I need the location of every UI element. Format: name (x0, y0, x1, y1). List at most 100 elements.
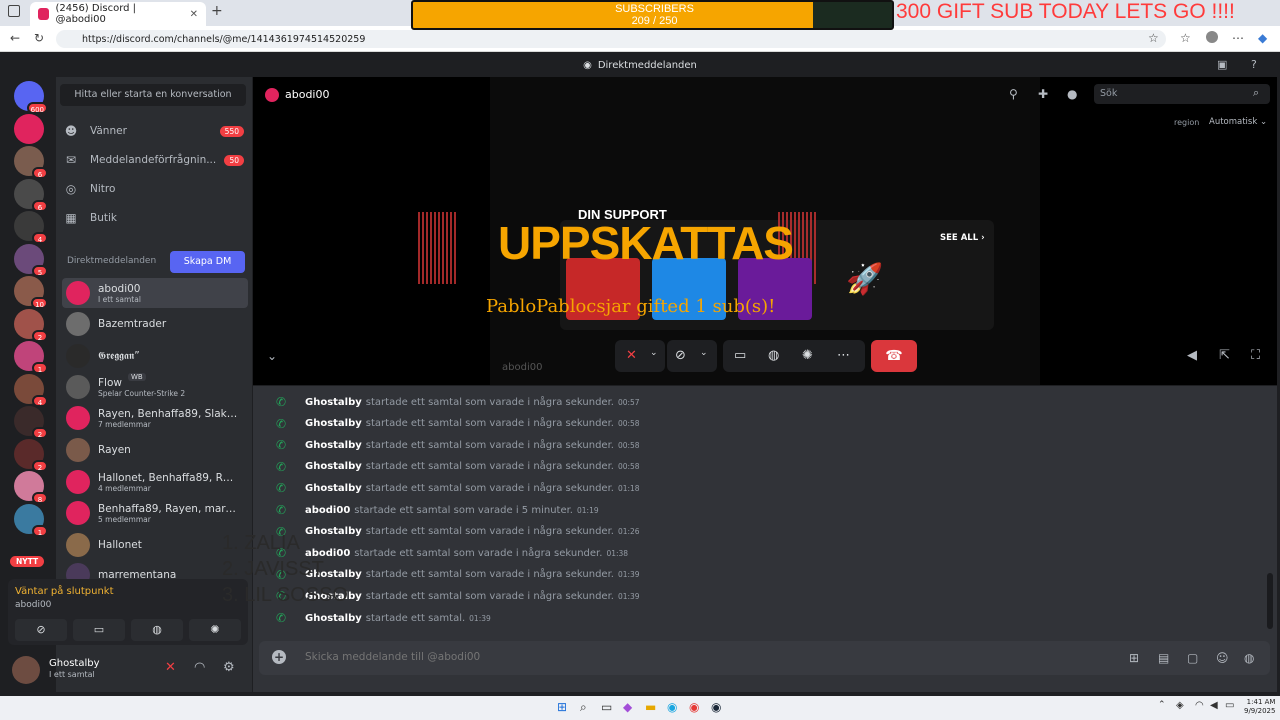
reload-icon[interactable]: ↻ (34, 31, 44, 45)
message-author[interactable]: Ghostalby (305, 461, 362, 472)
taskbar-clock[interactable]: 1:41 AM 9/9/2025 (1244, 698, 1275, 716)
server-icon[interactable]: 4 (14, 373, 48, 407)
dm-list-item[interactable]: Hallonet (62, 530, 248, 560)
dm-list-item[interactable]: Bazemtrader (62, 309, 248, 339)
taskbar-search-icon[interactable]: ⌕ (580, 700, 587, 715)
find-conversation-button[interactable]: Hitta eller starta en konversation (60, 84, 246, 106)
pop-out-icon[interactable]: ⇱ (1219, 348, 1230, 363)
volume-icon[interactable]: ◀ (1187, 348, 1197, 363)
dm-list-item[interactable]: WB Flow Spelar Counter-Strike 2 (62, 372, 248, 402)
activities-button[interactable]: ◍ (131, 619, 183, 641)
server-icon[interactable]: 1 (14, 503, 48, 537)
back-icon[interactable]: ← (10, 31, 20, 45)
dm-list-item[interactable]: Rayen (62, 435, 248, 465)
server-icon[interactable] (14, 113, 44, 144)
more-options-icon[interactable]: ⋯ (837, 348, 850, 363)
edge-icon[interactable]: ◉ (667, 700, 677, 714)
server-icon[interactable]: 2 (14, 308, 48, 342)
mic-muted-icon[interactable]: ✕ (626, 348, 637, 363)
emoji-icon[interactable]: ☺ (1216, 651, 1229, 665)
dm-list-item[interactable]: Rayen, Benhaffa89, Slakta... 7 medlemmar (62, 403, 248, 433)
dm-list-item[interactable]: 𝕲𝖗𝖊𝖌𝖌𝖆𝖓” (62, 341, 248, 371)
message-author[interactable]: Ghostalby (305, 613, 362, 624)
message-input[interactable] (305, 651, 1005, 663)
screen-share-icon[interactable]: ▭ (734, 348, 746, 363)
share-screen-button[interactable]: ▭ (73, 619, 125, 641)
url-field[interactable]: https://discord.com/channels/@me/1414361… (56, 30, 1166, 48)
tray-chevron-icon[interactable]: ⌃ (1158, 700, 1166, 710)
chat-scrollbar[interactable] (1267, 573, 1273, 629)
nav-item[interactable]: ◎ Nitro (64, 177, 244, 201)
sticker-icon[interactable]: ▢ (1187, 651, 1198, 665)
start-icon[interactable]: ⊞ (557, 700, 567, 714)
dm-list-item[interactable]: abodi00 I ett samtal (62, 278, 248, 308)
server-icon[interactable]: 5 (14, 243, 48, 277)
server-icon[interactable]: 2 (14, 406, 48, 439)
voice-connection-status[interactable]: Väntar på slutpunkt (15, 586, 114, 597)
mute-mic-icon[interactable]: ✕ (165, 660, 176, 675)
nav-item[interactable]: ▦ Butik (64, 206, 244, 230)
tray-app-icon[interactable]: ◈ (1176, 700, 1184, 711)
server-icon[interactable]: 10 (14, 276, 48, 309)
gift-icon[interactable]: ⊞ (1129, 651, 1139, 665)
tab-discord[interactable]: (2456) Discord | @abodi00 ✕ (30, 2, 206, 26)
profile-avatar[interactable] (1206, 31, 1218, 43)
server-icon[interactable]: 2 (14, 438, 48, 472)
copilot-icon[interactable]: ◆ (1258, 31, 1267, 45)
fullscreen-icon[interactable]: ⛶ (1251, 348, 1260, 363)
apps-gamepad-icon[interactable]: ◍ (1244, 651, 1254, 665)
region-select[interactable]: Automatisk ⌄ (1209, 117, 1267, 127)
user-profile-icon[interactable]: ● (1067, 87, 1077, 101)
more-menu-icon[interactable]: ⋯ (1232, 31, 1244, 45)
server-icon[interactable]: 4 (14, 211, 48, 244)
message-author[interactable]: abodi00 (305, 505, 350, 516)
nav-item[interactable]: ☻ Vänner 550 (64, 119, 244, 143)
settings-gear-icon[interactable]: ⚙ (223, 660, 235, 675)
message-author[interactable]: Ghostalby (305, 440, 362, 451)
add-friend-icon[interactable]: ✚ (1038, 87, 1048, 101)
copilot-taskbar-icon[interactable]: ◆ (623, 700, 632, 714)
speaker-icon[interactable]: ◀ (1210, 700, 1218, 711)
pin-icon[interactable]: ⚲ (1009, 87, 1018, 101)
toggle-camera-button[interactable]: ⊘ (15, 619, 67, 641)
tab-menu-icon[interactable] (8, 5, 20, 17)
see-all-link[interactable]: SEE ALL › (940, 233, 985, 243)
file-explorer-icon[interactable]: ▬ (645, 700, 656, 714)
home-dm-icon[interactable]: 600 (14, 81, 48, 114)
nav-item[interactable]: ✉ Meddelandeförfrågnin... 50 (64, 148, 244, 172)
soundboard-button[interactable]: ✺ (189, 619, 241, 641)
battery-icon[interactable]: ▭ (1225, 700, 1234, 711)
create-dm-button[interactable]: Skapa DM (170, 251, 245, 273)
message-author[interactable]: Ghostalby (305, 483, 362, 494)
steam-icon[interactable]: ◉ (711, 700, 721, 714)
help-icon[interactable]: ? (1251, 58, 1257, 71)
server-icon[interactable]: 8 (14, 471, 48, 504)
camera-options-chevron-icon[interactable]: ⌄ (700, 348, 708, 358)
close-tab-icon[interactable]: ✕ (190, 9, 198, 20)
gamepad-icon[interactable]: ◍ (768, 348, 779, 363)
favorites-icon[interactable]: ☆ (1180, 31, 1191, 45)
collapse-chevron-icon[interactable]: ⌄ (267, 349, 277, 363)
user-avatar[interactable] (12, 656, 40, 684)
headphones-icon[interactable]: ◠ (194, 660, 205, 675)
camera-off-icon[interactable]: ⊘ (675, 348, 686, 363)
soundboard-icon[interactable]: ✺ (802, 348, 813, 363)
server-icon[interactable]: 1 (14, 341, 48, 374)
wifi-icon[interactable]: ◠ (1195, 700, 1204, 711)
dm-list-item[interactable]: Benhaffa89, Rayen, marre... 5 medlemmar (62, 498, 248, 528)
gif-icon[interactable]: ▤ (1158, 651, 1169, 665)
task-view-icon[interactable]: ▭ (601, 700, 612, 714)
hang-up-button[interactable]: ☎ (871, 340, 917, 372)
search-icon[interactable]: ⌕ (1253, 86, 1259, 100)
user-name[interactable]: Ghostalby (49, 658, 100, 669)
new-tab-button[interactable]: + (211, 3, 223, 19)
message-author[interactable]: Ghostalby (305, 418, 362, 429)
server-icon[interactable]: 6 (14, 178, 48, 212)
bookmark-star-icon[interactable]: ☆ (1148, 31, 1159, 45)
message-author[interactable]: Ghostalby (305, 397, 362, 408)
attach-plus-icon[interactable]: + (272, 650, 286, 664)
inbox-icon[interactable]: ▣ (1217, 58, 1227, 71)
dm-list-item[interactable]: Hallonet, Benhaffa89, Ray... 4 medlemmar (62, 467, 248, 497)
search-input[interactable]: Sök (1094, 84, 1270, 104)
mic-options-chevron-icon[interactable]: ⌄ (650, 348, 658, 358)
